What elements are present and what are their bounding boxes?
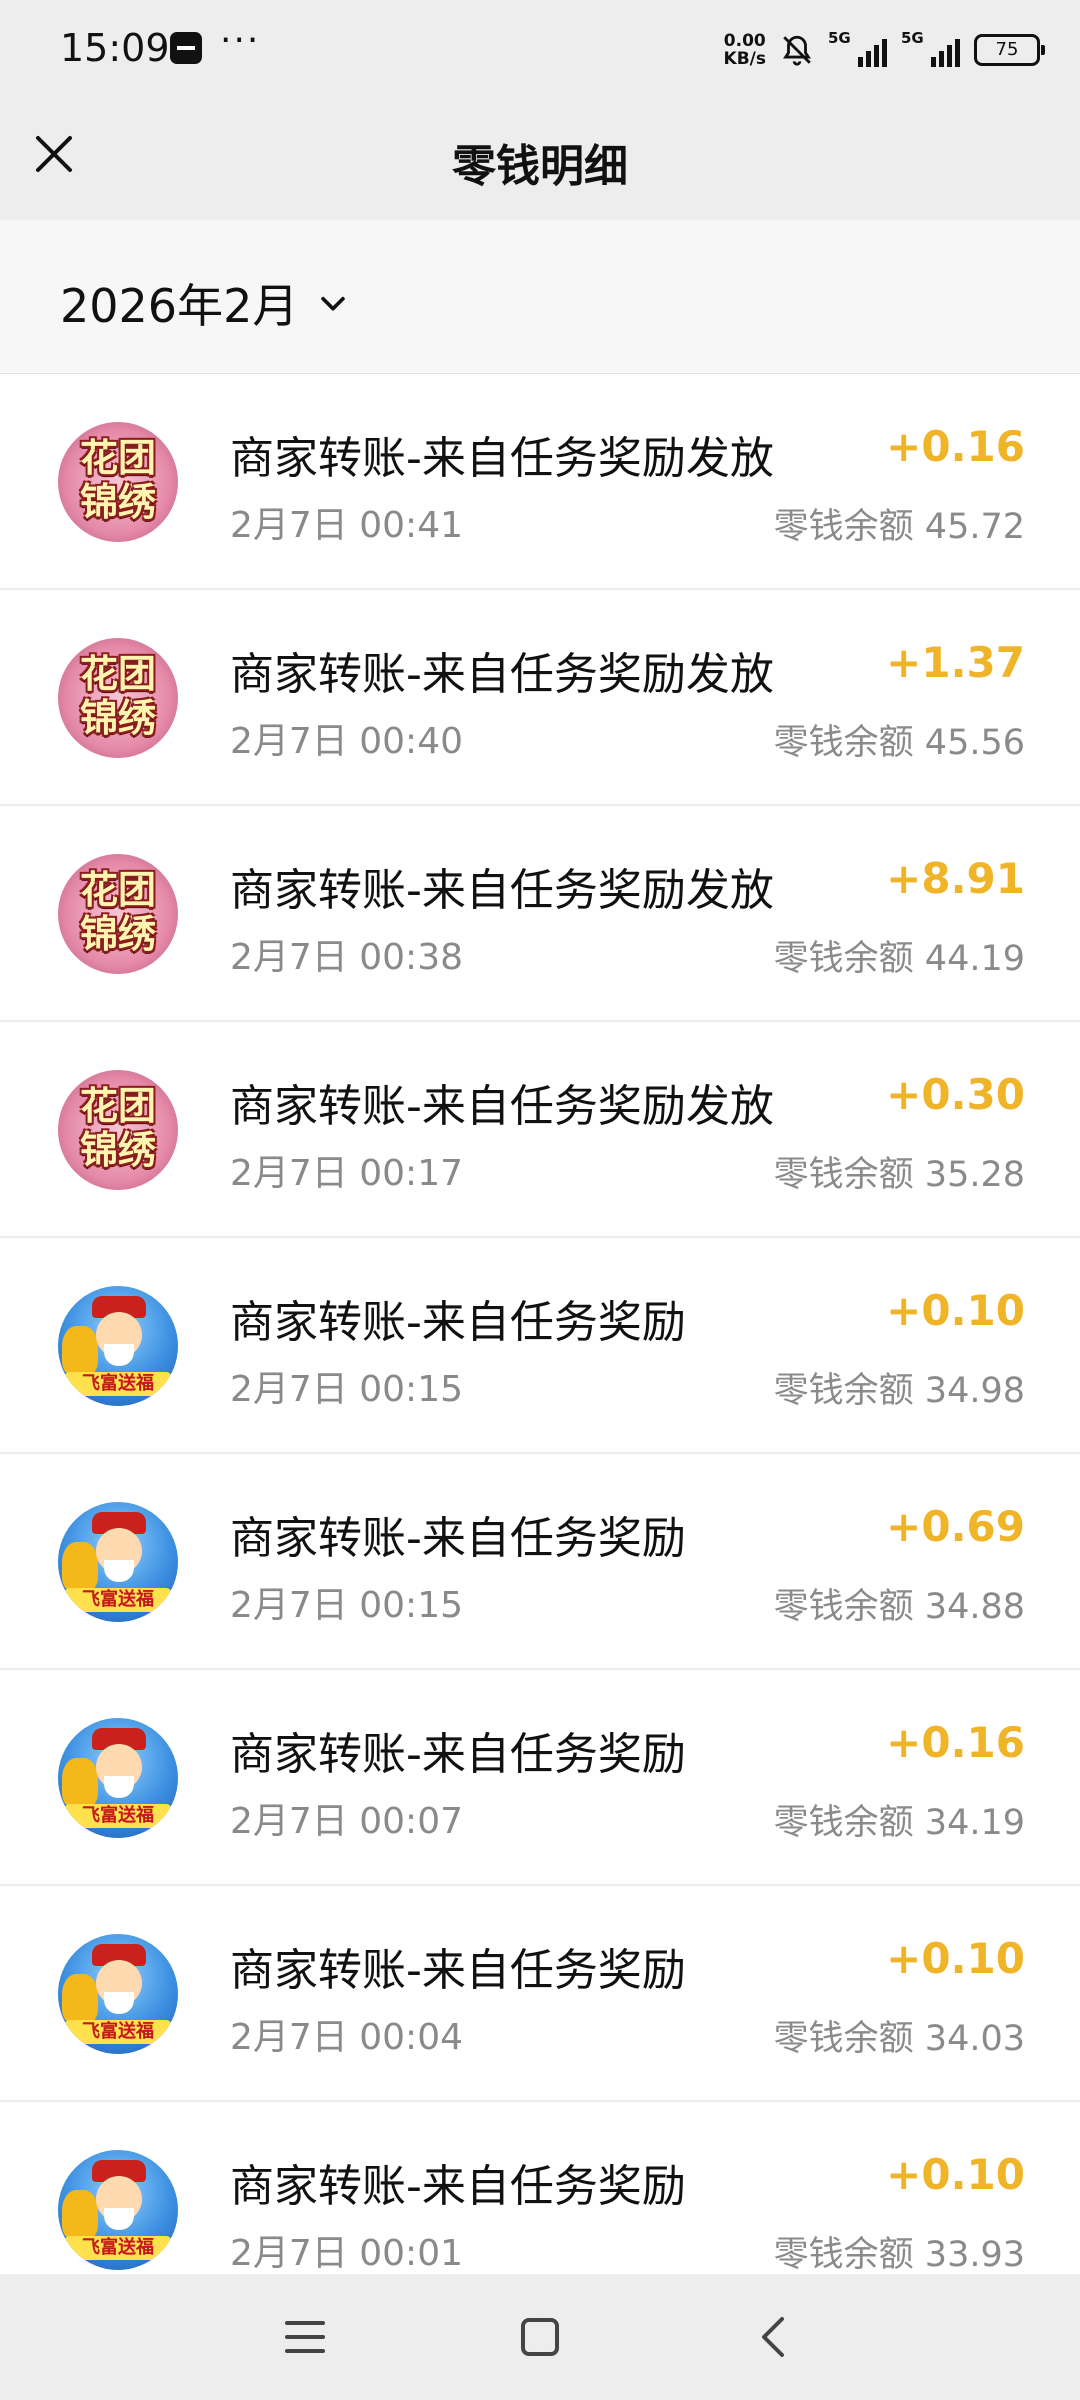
merchant-avatar: 花团 锦绣 [58, 1070, 178, 1190]
merchant-avatar: 花团 锦绣 [58, 422, 178, 542]
transaction-amount: +0.10 [886, 1934, 1025, 1983]
transaction-title: 商家转账-来自任务奖励 [230, 2161, 686, 2212]
list-item[interactable]: 飞富送福 商家转账-来自任务奖励 2月7日 00:07 +0.16 零钱余额 3… [0, 1670, 1080, 1886]
transaction-amount: +0.30 [886, 1070, 1025, 1119]
list-item[interactable]: 花团 锦绣 商家转账-来自任务奖励发放 2月7日 00:38 +8.91 零钱余额… [0, 806, 1080, 1022]
balance-after: 零钱余额 44.19 [773, 939, 1025, 979]
list-item[interactable]: 飞富送福 商家转账-来自任务奖励 2月7日 00:15 +0.10 零钱余额 3… [0, 1238, 1080, 1454]
transaction-list: 花团 锦绣 商家转账-来自任务奖励发放 2月7日 00:41 +0.16 零钱余额… [0, 374, 1080, 2274]
transaction-time: 2月7日 00:04 [230, 2017, 463, 2058]
transaction-title: 商家转账-来自任务奖励发放 [230, 433, 774, 484]
transaction-time: 2月7日 00:38 [230, 937, 463, 978]
merchant-avatar: 飞富送福 [58, 2150, 178, 2270]
merchant-avatar: 花团 锦绣 [58, 854, 178, 974]
transaction-amount: +0.69 [886, 1502, 1025, 1551]
page-title: 零钱明细 [452, 141, 628, 192]
battery-icon: 75 [974, 34, 1045, 66]
transaction-amount: +0.16 [886, 422, 1025, 471]
transaction-time: 2月7日 00:15 [230, 1585, 463, 1626]
transaction-time: 2月7日 00:15 [230, 1369, 463, 1410]
list-item[interactable]: 飞富送福 商家转账-来自任务奖励 2月7日 00:01 +0.10 零钱余额 3… [0, 2102, 1080, 2274]
merchant-avatar: 飞富送福 [58, 1934, 178, 2054]
transaction-title: 商家转账-来自任务奖励 [230, 1297, 686, 1348]
bell-muted-icon [783, 35, 811, 66]
transaction-title: 商家转账-来自任务奖励发放 [230, 865, 774, 916]
balance-after: 零钱余额 34.98 [773, 1371, 1025, 1411]
home-icon[interactable] [507, 2304, 573, 2370]
status-time: 15:09 [60, 26, 170, 70]
status-bar: 15:09 ··· 0.00 KB/s 5G 5G 75 [0, 0, 1080, 100]
month-filter-bar: 2026年2月 [0, 220, 1080, 374]
list-item[interactable]: 花团 锦绣 商家转账-来自任务奖励发放 2月7日 00:17 +0.30 零钱余额… [0, 1022, 1080, 1238]
transaction-amount: +0.10 [886, 1286, 1025, 1335]
list-item[interactable]: 花团 锦绣 商家转账-来自任务奖励发放 2月7日 00:40 +1.37 零钱余额… [0, 590, 1080, 806]
chevron-down-icon [321, 296, 346, 311]
transaction-amount: +0.10 [886, 2150, 1025, 2199]
list-item[interactable]: 飞富送福 商家转账-来自任务奖励 2月7日 00:04 +0.10 零钱余额 3… [0, 1886, 1080, 2102]
transaction-time: 2月7日 00:41 [230, 505, 463, 546]
balance-after: 零钱余额 45.72 [773, 507, 1025, 547]
back-icon[interactable] [740, 2304, 806, 2370]
transaction-title: 商家转账-来自任务奖励发放 [230, 649, 774, 700]
status-indicators: 0.00 KB/s 5G 5G 75 [723, 28, 1045, 72]
transaction-title: 商家转账-来自任务奖励 [230, 1729, 686, 1780]
menu-icon[interactable] [272, 2304, 338, 2370]
month-label: 2026年2月 [60, 279, 299, 333]
transaction-amount: +1.37 [886, 638, 1025, 687]
signal-sim1-icon: 5G [828, 29, 887, 67]
merchant-avatar: 飞富送福 [58, 1718, 178, 1838]
transaction-time: 2月7日 00:01 [230, 2233, 463, 2274]
transaction-amount: +0.16 [886, 1718, 1025, 1767]
merchant-avatar: 飞富送福 [58, 1502, 178, 1622]
transaction-amount: +8.91 [886, 854, 1025, 903]
balance-after: 零钱余额 34.19 [773, 1803, 1025, 1843]
more-notifications-icon: ··· [220, 20, 261, 61]
transaction-title: 商家转账-来自任务奖励发放 [230, 1081, 774, 1132]
system-nav-bar [0, 2274, 1080, 2400]
balance-after: 零钱余额 35.28 [773, 1155, 1025, 1195]
balance-after: 零钱余额 34.88 [773, 1587, 1025, 1627]
transaction-time: 2月7日 00:40 [230, 721, 463, 762]
transaction-time: 2月7日 00:07 [230, 1801, 463, 1842]
transaction-time: 2月7日 00:17 [230, 1153, 463, 1194]
network-speed: 0.00 KB/s [723, 31, 766, 69]
balance-after: 零钱余额 45.56 [773, 723, 1025, 763]
merchant-avatar: 花团 锦绣 [58, 638, 178, 758]
voice-recorder-icon [170, 32, 202, 64]
month-picker[interactable]: 2026年2月 [60, 270, 350, 336]
balance-after: 零钱余额 33.93 [773, 2235, 1025, 2274]
nav-bar: 零钱明细 [0, 100, 1080, 220]
signal-sim2-icon: 5G [901, 29, 960, 67]
merchant-avatar: 飞富送福 [58, 1286, 178, 1406]
balance-after: 零钱余额 34.03 [773, 2019, 1025, 2059]
transaction-title: 商家转账-来自任务奖励 [230, 1945, 686, 1996]
list-item[interactable]: 花团 锦绣 商家转账-来自任务奖励发放 2月7日 00:41 +0.16 零钱余额… [0, 374, 1080, 590]
list-item[interactable]: 飞富送福 商家转账-来自任务奖励 2月7日 00:15 +0.69 零钱余额 3… [0, 1454, 1080, 1670]
transaction-title: 商家转账-来自任务奖励 [230, 1513, 686, 1564]
